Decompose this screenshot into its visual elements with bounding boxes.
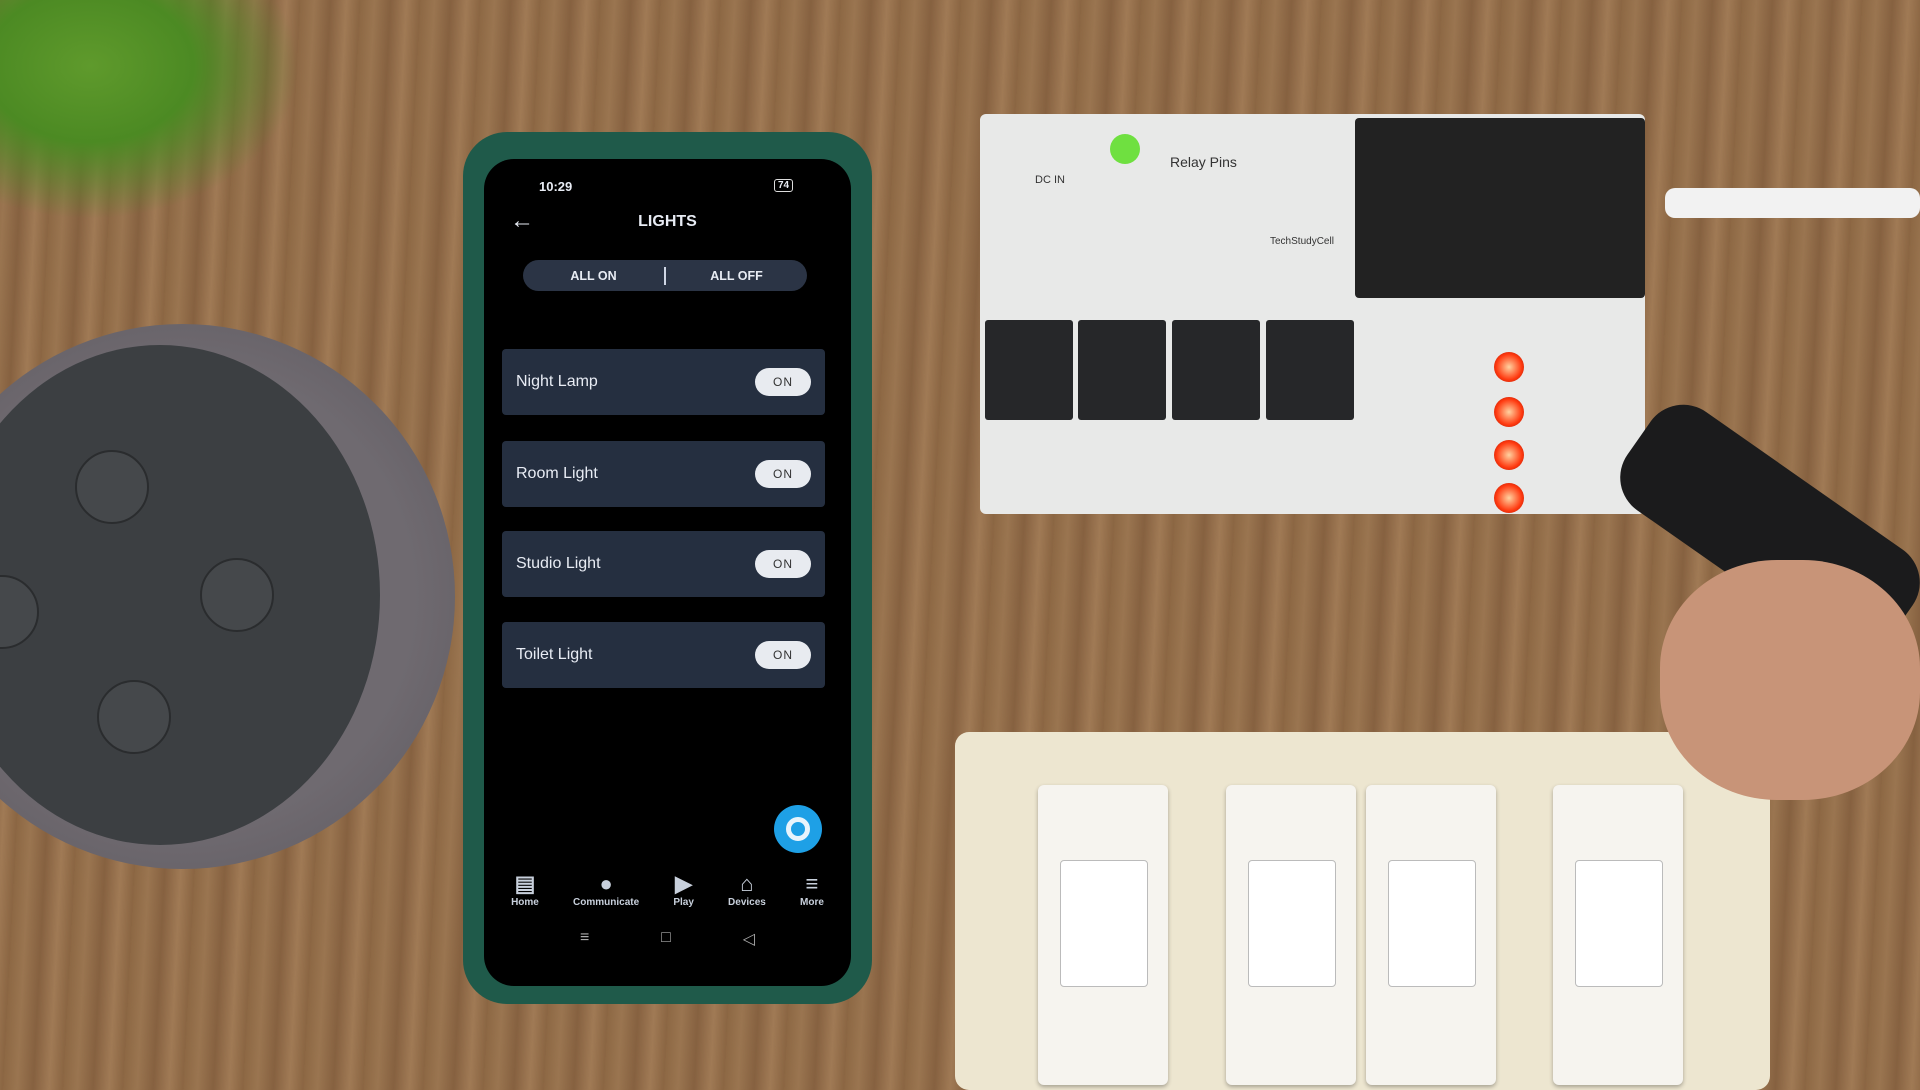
esp32-module	[1355, 118, 1645, 298]
wall-switch[interactable]	[1226, 785, 1356, 1085]
power-toggle[interactable]: ON	[755, 460, 811, 488]
bottom-nav: ▤ Home ● Communicate ▶ Play ⌂ Devices ≡ More	[484, 871, 851, 908]
nav-home[interactable]: ▤ Home	[511, 871, 539, 908]
group-toggle: ALL ON ALL OFF	[523, 260, 807, 291]
nav-communicate[interactable]: ● Communicate	[573, 871, 639, 908]
devices-house-icon: ⌂	[740, 871, 754, 896]
echo-mic-off-button	[97, 680, 171, 754]
device-card-room-light[interactable]: Room Light ON	[502, 441, 825, 507]
all-off-button[interactable]: ALL OFF	[666, 269, 807, 283]
system-nav: ≡ □ ◁	[484, 929, 851, 949]
home-square-icon[interactable]: □	[661, 929, 671, 949]
hand	[1660, 560, 1920, 800]
relay-pins-label: Relay Pins	[1170, 154, 1237, 170]
device-card-night-lamp[interactable]: Night Lamp ON	[502, 349, 825, 415]
power-toggle[interactable]: ON	[755, 368, 811, 396]
wall-switch[interactable]	[1366, 785, 1496, 1085]
device-name: Room Light	[516, 465, 598, 482]
nav-play[interactable]: ▶ Play	[673, 871, 694, 908]
brand-label: TechStudyCell	[1270, 236, 1334, 247]
device-card-studio-light[interactable]: Studio Light ON	[502, 531, 825, 597]
dc-in-label: DC IN	[1035, 174, 1065, 186]
plant	[0, 0, 300, 220]
phone-screen: 10:29 74 ← LIGHTS ALL ON ALL OFF Night L…	[484, 159, 851, 986]
chat-bubble-icon: ●	[599, 871, 613, 896]
relay-1	[985, 320, 1073, 420]
back-triangle-icon[interactable]: ◁	[743, 929, 755, 949]
nav-label: More	[800, 897, 824, 908]
nav-devices[interactable]: ⌂ Devices	[728, 871, 766, 908]
play-icon: ▶	[675, 871, 693, 896]
relay-3	[1172, 320, 1260, 420]
red-led	[1494, 397, 1524, 427]
status-time: 10:29	[539, 179, 573, 194]
nav-label: Home	[511, 897, 539, 908]
power-led	[1110, 134, 1140, 164]
echo-action-button	[75, 450, 149, 524]
red-led	[1494, 352, 1524, 382]
nav-label: Play	[673, 897, 694, 908]
red-led	[1494, 483, 1524, 513]
relay-4	[1266, 320, 1354, 420]
device-name: Studio Light	[516, 555, 601, 572]
battery-level: 74	[774, 179, 794, 192]
red-led	[1494, 440, 1524, 470]
power-toggle[interactable]: ON	[755, 641, 811, 669]
menu-icon: ≡	[805, 871, 819, 896]
device-name: Night Lamp	[516, 373, 598, 390]
nav-label: Communicate	[573, 897, 640, 908]
page-title: LIGHTS	[638, 213, 697, 230]
alexa-button[interactable]	[774, 805, 822, 853]
home-icon: ▤	[514, 871, 536, 896]
wall-switch[interactable]	[1038, 785, 1168, 1085]
relay-2	[1078, 320, 1166, 420]
nav-label: Devices	[728, 897, 766, 908]
device-name: Toilet Light	[516, 646, 593, 663]
device-card-toilet-light[interactable]: Toilet Light ON	[502, 622, 825, 688]
recents-icon[interactable]: ≡	[580, 929, 589, 949]
echo-volume-down-button	[200, 558, 274, 632]
wall-switch[interactable]	[1553, 785, 1683, 1085]
alexa-icon	[786, 817, 810, 841]
nav-more[interactable]: ≡ More	[800, 871, 824, 908]
all-on-button[interactable]: ALL ON	[523, 269, 664, 283]
power-toggle[interactable]: ON	[755, 550, 811, 578]
usb-cable	[1665, 188, 1920, 218]
